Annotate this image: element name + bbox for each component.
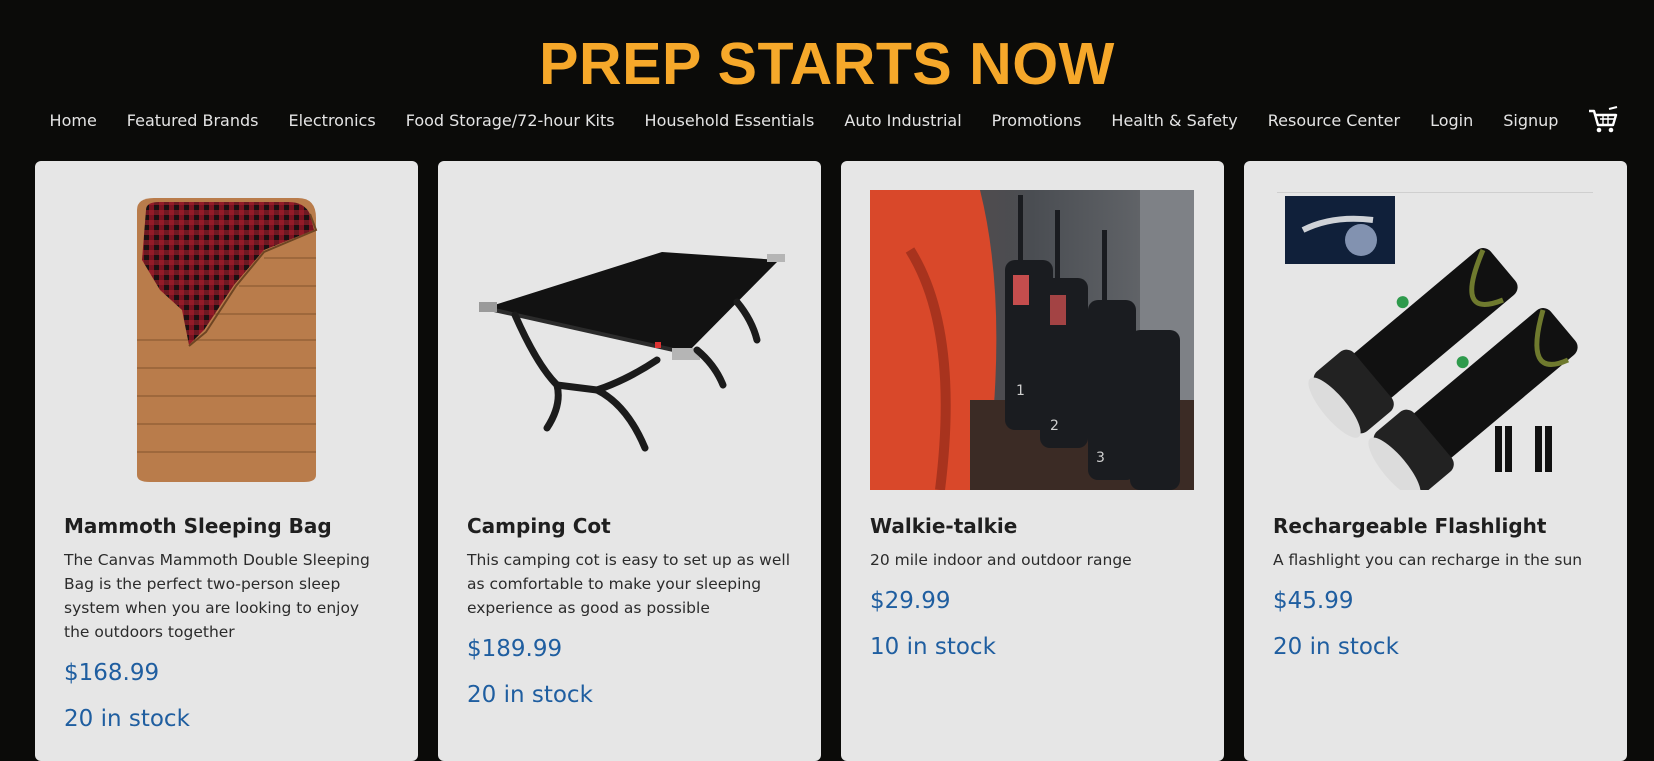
- camping-cot-image[interactable]: [467, 190, 791, 490]
- product-description: 20 mile indoor and outdoor range: [870, 551, 1132, 569]
- nav-electronics[interactable]: Electronics: [273, 111, 390, 130]
- product-card[interactable]: Camping Cot This camping cot is easy to …: [438, 161, 821, 761]
- product-stock: 20 in stock: [467, 682, 593, 708]
- svg-text:1: 1: [1016, 383, 1025, 399]
- product-price: $29.99: [870, 588, 951, 614]
- main-nav: Home Featured Brands Electronics Food St…: [0, 100, 1654, 140]
- nav-home[interactable]: Home: [35, 111, 112, 130]
- product-card[interactable]: Rechargeable Flashlight A flashlight you…: [1244, 161, 1627, 761]
- site-header: PREP STARTS NOW Home Featured Brands Ele…: [0, 0, 1654, 140]
- product-grid: Mammoth Sleeping Bag The Canvas Mammoth …: [35, 161, 1627, 761]
- nav-household-essentials[interactable]: Household Essentials: [630, 111, 830, 130]
- nav-signup[interactable]: Signup: [1488, 111, 1573, 130]
- camping-cot-graphic: [479, 252, 785, 452]
- nav-auto-industrial[interactable]: Auto Industrial: [829, 111, 976, 130]
- product-title[interactable]: Mammoth Sleeping Bag: [64, 514, 389, 538]
- nav-promotions[interactable]: Promotions: [977, 111, 1097, 130]
- product-price: $45.99: [1273, 588, 1354, 614]
- product-stock: 10 in stock: [870, 634, 996, 660]
- flashlight-graphic: [1277, 192, 1593, 490]
- svg-text:2: 2: [1050, 418, 1059, 434]
- walkie-talkie-graphic: 1 2 3: [870, 190, 1194, 490]
- product-price: $189.99: [467, 636, 563, 662]
- sleeping-bag-image[interactable]: [64, 190, 388, 490]
- product-description: A flashlight you can recharge in the sun: [1273, 551, 1583, 569]
- product-stock: 20 in stock: [1273, 634, 1399, 660]
- sleeping-bag-graphic: [137, 198, 318, 482]
- nav-featured-brands[interactable]: Featured Brands: [112, 111, 274, 130]
- product-card[interactable]: Mammoth Sleeping Bag The Canvas Mammoth …: [35, 161, 418, 761]
- shopping-cart-icon[interactable]: [1587, 106, 1619, 134]
- flashlight-image[interactable]: [1273, 190, 1597, 490]
- brand-title[interactable]: PREP STARTS NOW: [0, 30, 1654, 98]
- walkie-talkie-image[interactable]: 1 2 3: [870, 190, 1194, 490]
- nav-health-safety[interactable]: Health & Safety: [1096, 111, 1252, 130]
- product-title[interactable]: Camping Cot: [467, 514, 792, 538]
- nav-login[interactable]: Login: [1415, 111, 1488, 130]
- shopping-cart-icon-graphic: [1589, 106, 1618, 133]
- svg-text:3: 3: [1096, 450, 1105, 466]
- product-title[interactable]: Walkie-talkie: [870, 514, 1195, 538]
- product-title[interactable]: Rechargeable Flashlight: [1273, 514, 1598, 538]
- product-stock: 20 in stock: [64, 706, 190, 732]
- product-card[interactable]: 1 2 3 Walkie-talkie 20 mile indoor and o…: [841, 161, 1224, 761]
- nav-resource-center[interactable]: Resource Center: [1253, 111, 1415, 130]
- product-price: $168.99: [64, 660, 160, 686]
- product-description: This camping cot is easy to set up as we…: [467, 551, 791, 617]
- product-description: The Canvas Mammoth Double Sleeping Bag i…: [64, 551, 370, 641]
- nav-food-storage[interactable]: Food Storage/72-hour Kits: [391, 111, 630, 130]
